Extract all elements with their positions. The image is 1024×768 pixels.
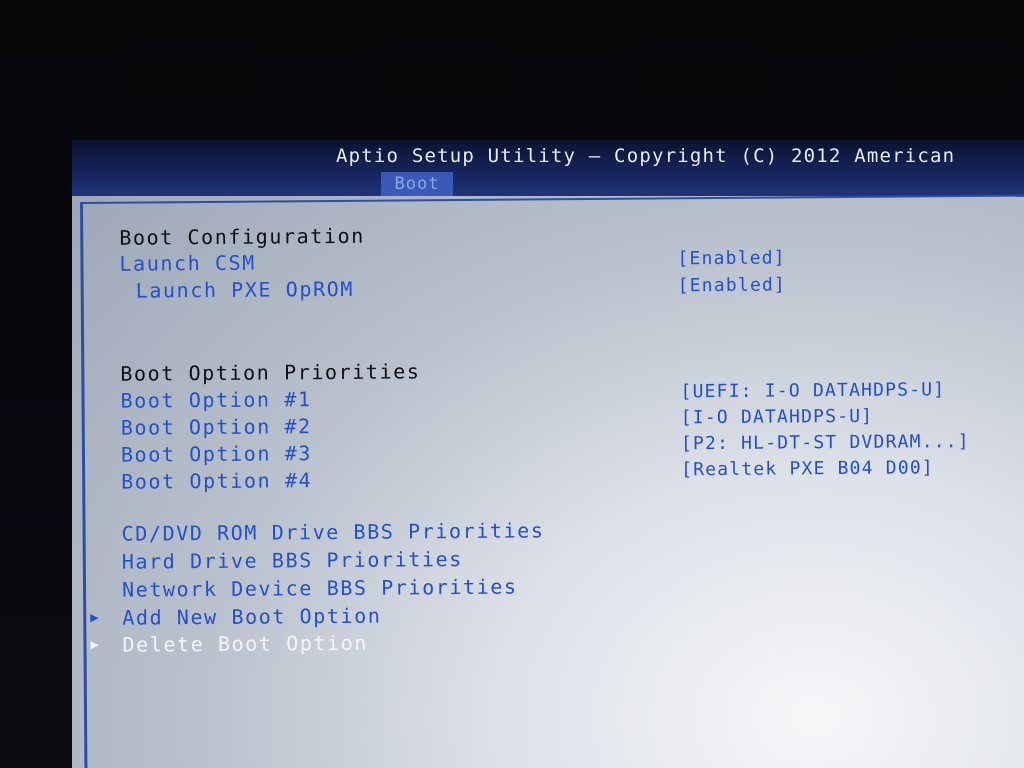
launch-pxe-oprom-option[interactable]: Launch PXE OpROM <box>136 277 354 303</box>
app-title: Aptio Setup Utility – Copyright (C) 2012… <box>336 145 956 167</box>
launch-csm-value[interactable]: [Enabled] <box>677 247 786 269</box>
boot-option-3-value[interactable]: [P2: HL-DT-ST DVDRAM...] <box>681 431 970 454</box>
launch-csm-option[interactable]: Launch CSM <box>119 251 256 276</box>
boot-option-3[interactable]: Boot Option #3 <box>121 441 312 466</box>
bios-screen: Aptio Setup Utility – Copyright (C) 2012… <box>72 140 1024 768</box>
add-new-boot-option-item[interactable]: Add New Boot Option <box>122 604 381 630</box>
boot-settings-panel: Boot Configuration Launch CSM [Enabled] … <box>80 194 1024 768</box>
boot-option-4-value[interactable]: [Realtek PXE B04 D00] <box>681 457 934 480</box>
hard-drive-bbs-priorities-item[interactable]: Hard Drive BBS Priorities <box>122 547 463 574</box>
triangle-right-icon: ▶ <box>90 609 99 626</box>
title-bar: Aptio Setup Utility – Copyright (C) 2012… <box>72 140 1024 196</box>
cd-dvd-bbs-priorities-item[interactable]: CD/DVD ROM Drive BBS Priorities <box>122 518 545 545</box>
boot-option-2[interactable]: Boot Option #2 <box>121 414 312 439</box>
boot-option-1-value[interactable]: [UEFI: I-O DATAHDPS-U] <box>680 379 945 402</box>
tab-boot[interactable]: Boot <box>381 172 453 196</box>
boot-configuration-heading: Boot Configuration <box>119 223 365 250</box>
delete-boot-option-item[interactable]: Delete Boot Option <box>122 631 368 657</box>
boot-option-priorities-heading: Boot Option Priorities <box>120 359 421 386</box>
boot-option-1[interactable]: Boot Option #1 <box>120 387 311 412</box>
launch-pxe-oprom-value[interactable]: [Enabled] <box>678 274 787 296</box>
boot-option-4[interactable]: Boot Option #4 <box>121 468 312 493</box>
boot-option-2-value[interactable]: [I-O DATAHDPS-U] <box>681 406 874 429</box>
triangle-right-icon: ▶ <box>90 636 99 653</box>
network-device-bbs-priorities-item[interactable]: Network Device BBS Priorities <box>122 575 518 602</box>
